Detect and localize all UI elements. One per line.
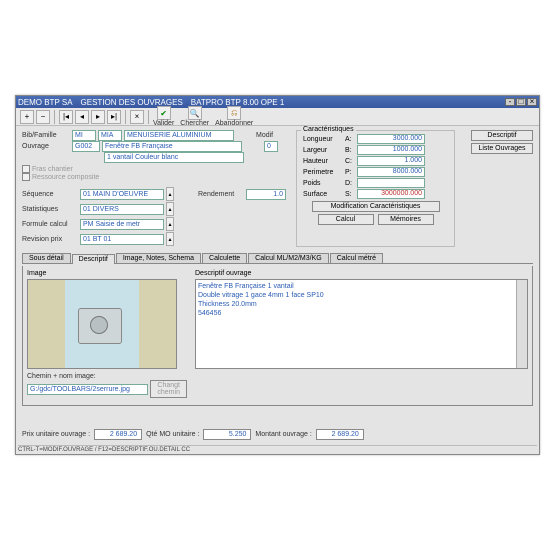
image-thumbnail[interactable] — [27, 279, 177, 369]
surface-field[interactable]: 3000000.000 — [357, 189, 425, 199]
title-app: DEMO BTP SA — [18, 98, 73, 107]
modif-carac-button[interactable]: Modification Caractéristiques — [312, 201, 440, 212]
revision-label: Revision prix — [22, 236, 78, 243]
last-button[interactable]: ▸| — [107, 110, 121, 124]
calcul-button[interactable]: Calcul — [318, 214, 374, 225]
descriptif-textarea[interactable]: Fenêtre FB Française 1 vantail Double vi… — [195, 279, 528, 369]
tab-calcul-metre[interactable]: Calcul métré — [330, 253, 383, 263]
descriptif-label: Descriptif ouvrage — [195, 270, 528, 277]
next-button[interactable]: ▸ — [91, 110, 105, 124]
characteristics-legend: Caractéristiques — [301, 126, 356, 133]
tab-sous-detail[interactable]: Sous détail — [22, 253, 71, 263]
tab-calculette[interactable]: Calculette — [202, 253, 247, 263]
rendement-field[interactable]: 1.0 — [246, 189, 286, 200]
hauteur-field[interactable]: 1.000 — [357, 156, 425, 166]
title-bar: DEMO BTP SA GESTION DES OUVRAGES BATPRO … — [16, 96, 539, 108]
revision-spinner[interactable]: ▴ — [166, 232, 174, 246]
bib-label: Bib/Famille — [22, 132, 70, 139]
image-label: Image — [27, 270, 187, 277]
close-icon[interactable]: × — [527, 98, 537, 106]
sequence-field[interactable]: 01 MAIN D'OEUVRE — [80, 189, 164, 200]
formule-field[interactable]: PM Saisie de metr — [80, 219, 164, 230]
tab-descriptif[interactable]: Descriptif — [72, 254, 115, 264]
maximize-icon[interactable]: □ — [516, 98, 526, 106]
revision-field[interactable]: 01 BT 01 — [80, 234, 164, 245]
refresh-button[interactable]: × — [130, 110, 144, 124]
statistiques-field[interactable]: 01 DIVERS — [80, 204, 164, 215]
image-path-field[interactable]: G:/gdc/TOOLBARS/2serrure.jpg — [27, 384, 148, 395]
prev-button[interactable]: ◂ — [75, 110, 89, 124]
tabset: Sous détail Descriptif Image, Notes, Sch… — [22, 253, 533, 264]
formule-spinner[interactable]: ▴ — [166, 217, 174, 231]
poids-field[interactable] — [357, 178, 425, 188]
ouvrage-num-field[interactable]: 0 — [264, 141, 278, 152]
ressource-label: Ressource composite — [32, 174, 99, 181]
liste-ouvrages-button[interactable]: Liste Ouvrages — [471, 143, 533, 154]
perimetre-field[interactable]: 8000.000 — [357, 167, 425, 177]
sequence-spinner[interactable]: ▴ — [166, 187, 174, 201]
statistiques-spinner[interactable]: ▴ — [166, 202, 174, 216]
longueur-field[interactable]: 3000.000 — [357, 134, 425, 144]
bib-code2-field[interactable]: MIA — [98, 130, 122, 141]
bib-desc-field[interactable]: MENUISERIE ALUMINIUM — [124, 130, 234, 141]
delete-button[interactable]: − — [36, 110, 50, 124]
search-button[interactable]: 🔍 — [188, 106, 202, 120]
toolbar: + − |◂ ◂ ▸ ▸| × ✔ Valider 🔍 Chercher ⎌ A… — [16, 108, 539, 126]
qte-label: Qté MO unitaire : — [146, 431, 199, 438]
change-path-button[interactable]: Changt chemin — [150, 380, 187, 398]
montant-label: Montant ouvrage : — [255, 431, 311, 438]
memoires-button[interactable]: Mémoires — [378, 214, 434, 225]
bottom-bar: Prix unitaire ouvrage : 2 689.20 Qté MO … — [22, 429, 533, 440]
montant-value: 2 689.20 — [316, 429, 364, 440]
formule-label: Formule calcul — [22, 221, 78, 228]
validate-button[interactable]: ✔ — [157, 106, 171, 120]
sequence-label: Séquence — [22, 191, 78, 198]
bib-code1-field[interactable]: MI — [72, 130, 96, 141]
abandon-button[interactable]: ⎌ — [227, 106, 241, 120]
characteristics-group: Caractéristiques LongueurA:3000.000 Larg… — [296, 130, 455, 247]
tab-body: Image Chemin + nom image: G:/gdc/TOOLBAR… — [22, 266, 533, 406]
modif-label: Modif — [256, 132, 273, 139]
rendement-label: Rendement — [198, 191, 244, 198]
frais-chantier-checkbox[interactable] — [22, 165, 30, 173]
ouvrage-desc-field[interactable]: Fenêtre FB Française — [102, 141, 242, 152]
frais-chantier-label: Fras chantier — [32, 166, 73, 173]
status-bar: CTRL-T=MODIF.OUVRAGE / F12=DESCRIPTIF.OU… — [18, 445, 537, 453]
add-button[interactable]: + — [20, 110, 34, 124]
ouvrage-sub-field[interactable]: 1 vantail Couleur blanc — [104, 152, 244, 163]
statistiques-label: Statistiques — [22, 206, 78, 213]
tab-calcul-ml[interactable]: Calcul ML/M2/M3/KG — [248, 253, 329, 263]
descriptif-button[interactable]: Descriptif — [471, 130, 533, 141]
pu-value: 2 689.20 — [94, 429, 142, 440]
first-button[interactable]: |◂ — [59, 110, 73, 124]
app-window: DEMO BTP SA GESTION DES OUVRAGES BATPRO … — [15, 95, 540, 455]
ouvrage-code-field[interactable]: G002 — [72, 141, 100, 152]
knob-icon — [90, 316, 108, 334]
tab-image-notes[interactable]: Image, Notes, Schema — [116, 253, 201, 263]
pu-label: Prix unitaire ouvrage : — [22, 431, 90, 438]
qte-value: 5.250 — [203, 429, 251, 440]
largeur-field[interactable]: 1000.000 — [357, 145, 425, 155]
ouvrage-label: Ouvrage — [22, 143, 70, 150]
image-path-label: Chemin + nom image: — [27, 373, 107, 380]
ressource-checkbox[interactable] — [22, 173, 30, 181]
minimize-icon[interactable]: - — [505, 98, 515, 106]
